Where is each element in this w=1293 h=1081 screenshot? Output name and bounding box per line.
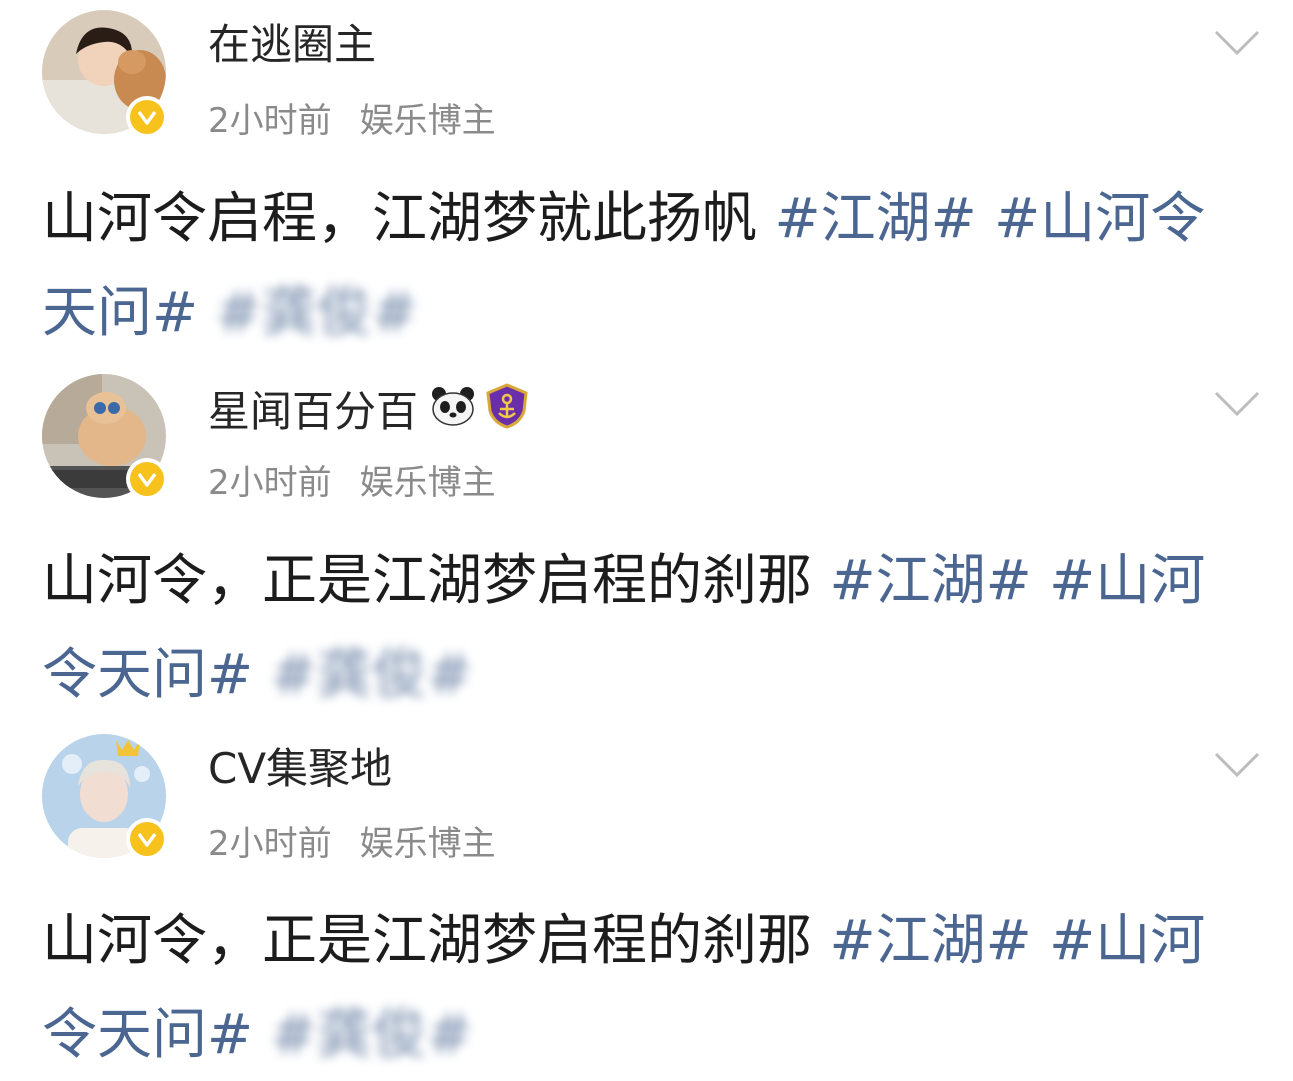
post-content: 山河令启程，江湖梦就此扬帆 #江湖# #山河令天问# #龚俊#	[42, 171, 1257, 359]
username[interactable]: CV集聚地	[208, 744, 392, 794]
post-text: 山河令启程，江湖梦就此扬帆	[42, 186, 775, 250]
chevron-down-icon[interactable]	[1213, 28, 1261, 58]
hashtag-link[interactable]: #江湖#	[829, 908, 1049, 972]
chevron-down-icon[interactable]	[1213, 750, 1261, 780]
username[interactable]: 星闻百分百	[208, 383, 530, 440]
username-text[interactable]: CV集聚地	[208, 744, 392, 794]
username-text[interactable]: 星闻百分百	[208, 387, 418, 437]
user-category: 娱乐博主	[359, 463, 496, 503]
hashtag-link[interactable]: #龚俊#	[271, 1002, 473, 1066]
post-meta: 2小时前 娱乐博主	[208, 824, 496, 864]
verified-badge-icon	[126, 458, 168, 500]
post-meta: 2小时前 娱乐博主	[208, 463, 496, 503]
hashtag-link[interactable]: #江湖#	[829, 548, 1049, 612]
post-time: 2小时前	[208, 463, 332, 503]
hashtag-link[interactable]: #江湖#	[774, 186, 994, 250]
user-category: 娱乐博主	[359, 824, 496, 864]
username[interactable]: 在逃圈主	[208, 20, 376, 70]
post-content: 山河令，正是江湖梦启程的刹那 #江湖# #山河令天问# #龚俊#	[42, 893, 1257, 1081]
username-text[interactable]: 在逃圈主	[208, 20, 376, 70]
post-time: 2小时前	[208, 101, 332, 141]
post-time: 2小时前	[208, 824, 332, 864]
post-text: 山河令，正是江湖梦启程的刹那	[42, 548, 830, 612]
post-text: 山河令，正是江湖梦启程的刹那	[42, 908, 830, 972]
chevron-down-icon[interactable]	[1213, 389, 1261, 419]
verified-badge-icon	[126, 818, 168, 860]
panda-icon	[430, 385, 476, 438]
verified-badge-icon	[126, 96, 168, 138]
post-content: 山河令，正是江湖梦启程的刹那 #江湖# #山河令天问# #龚俊#	[42, 533, 1257, 721]
post-meta: 2小时前 娱乐博主	[208, 101, 496, 141]
hashtag-link[interactable]: #龚俊#	[216, 280, 418, 344]
user-category: 娱乐博主	[359, 101, 496, 141]
shield-badge-icon	[484, 383, 530, 440]
hashtag-link[interactable]: #龚俊#	[271, 642, 473, 706]
